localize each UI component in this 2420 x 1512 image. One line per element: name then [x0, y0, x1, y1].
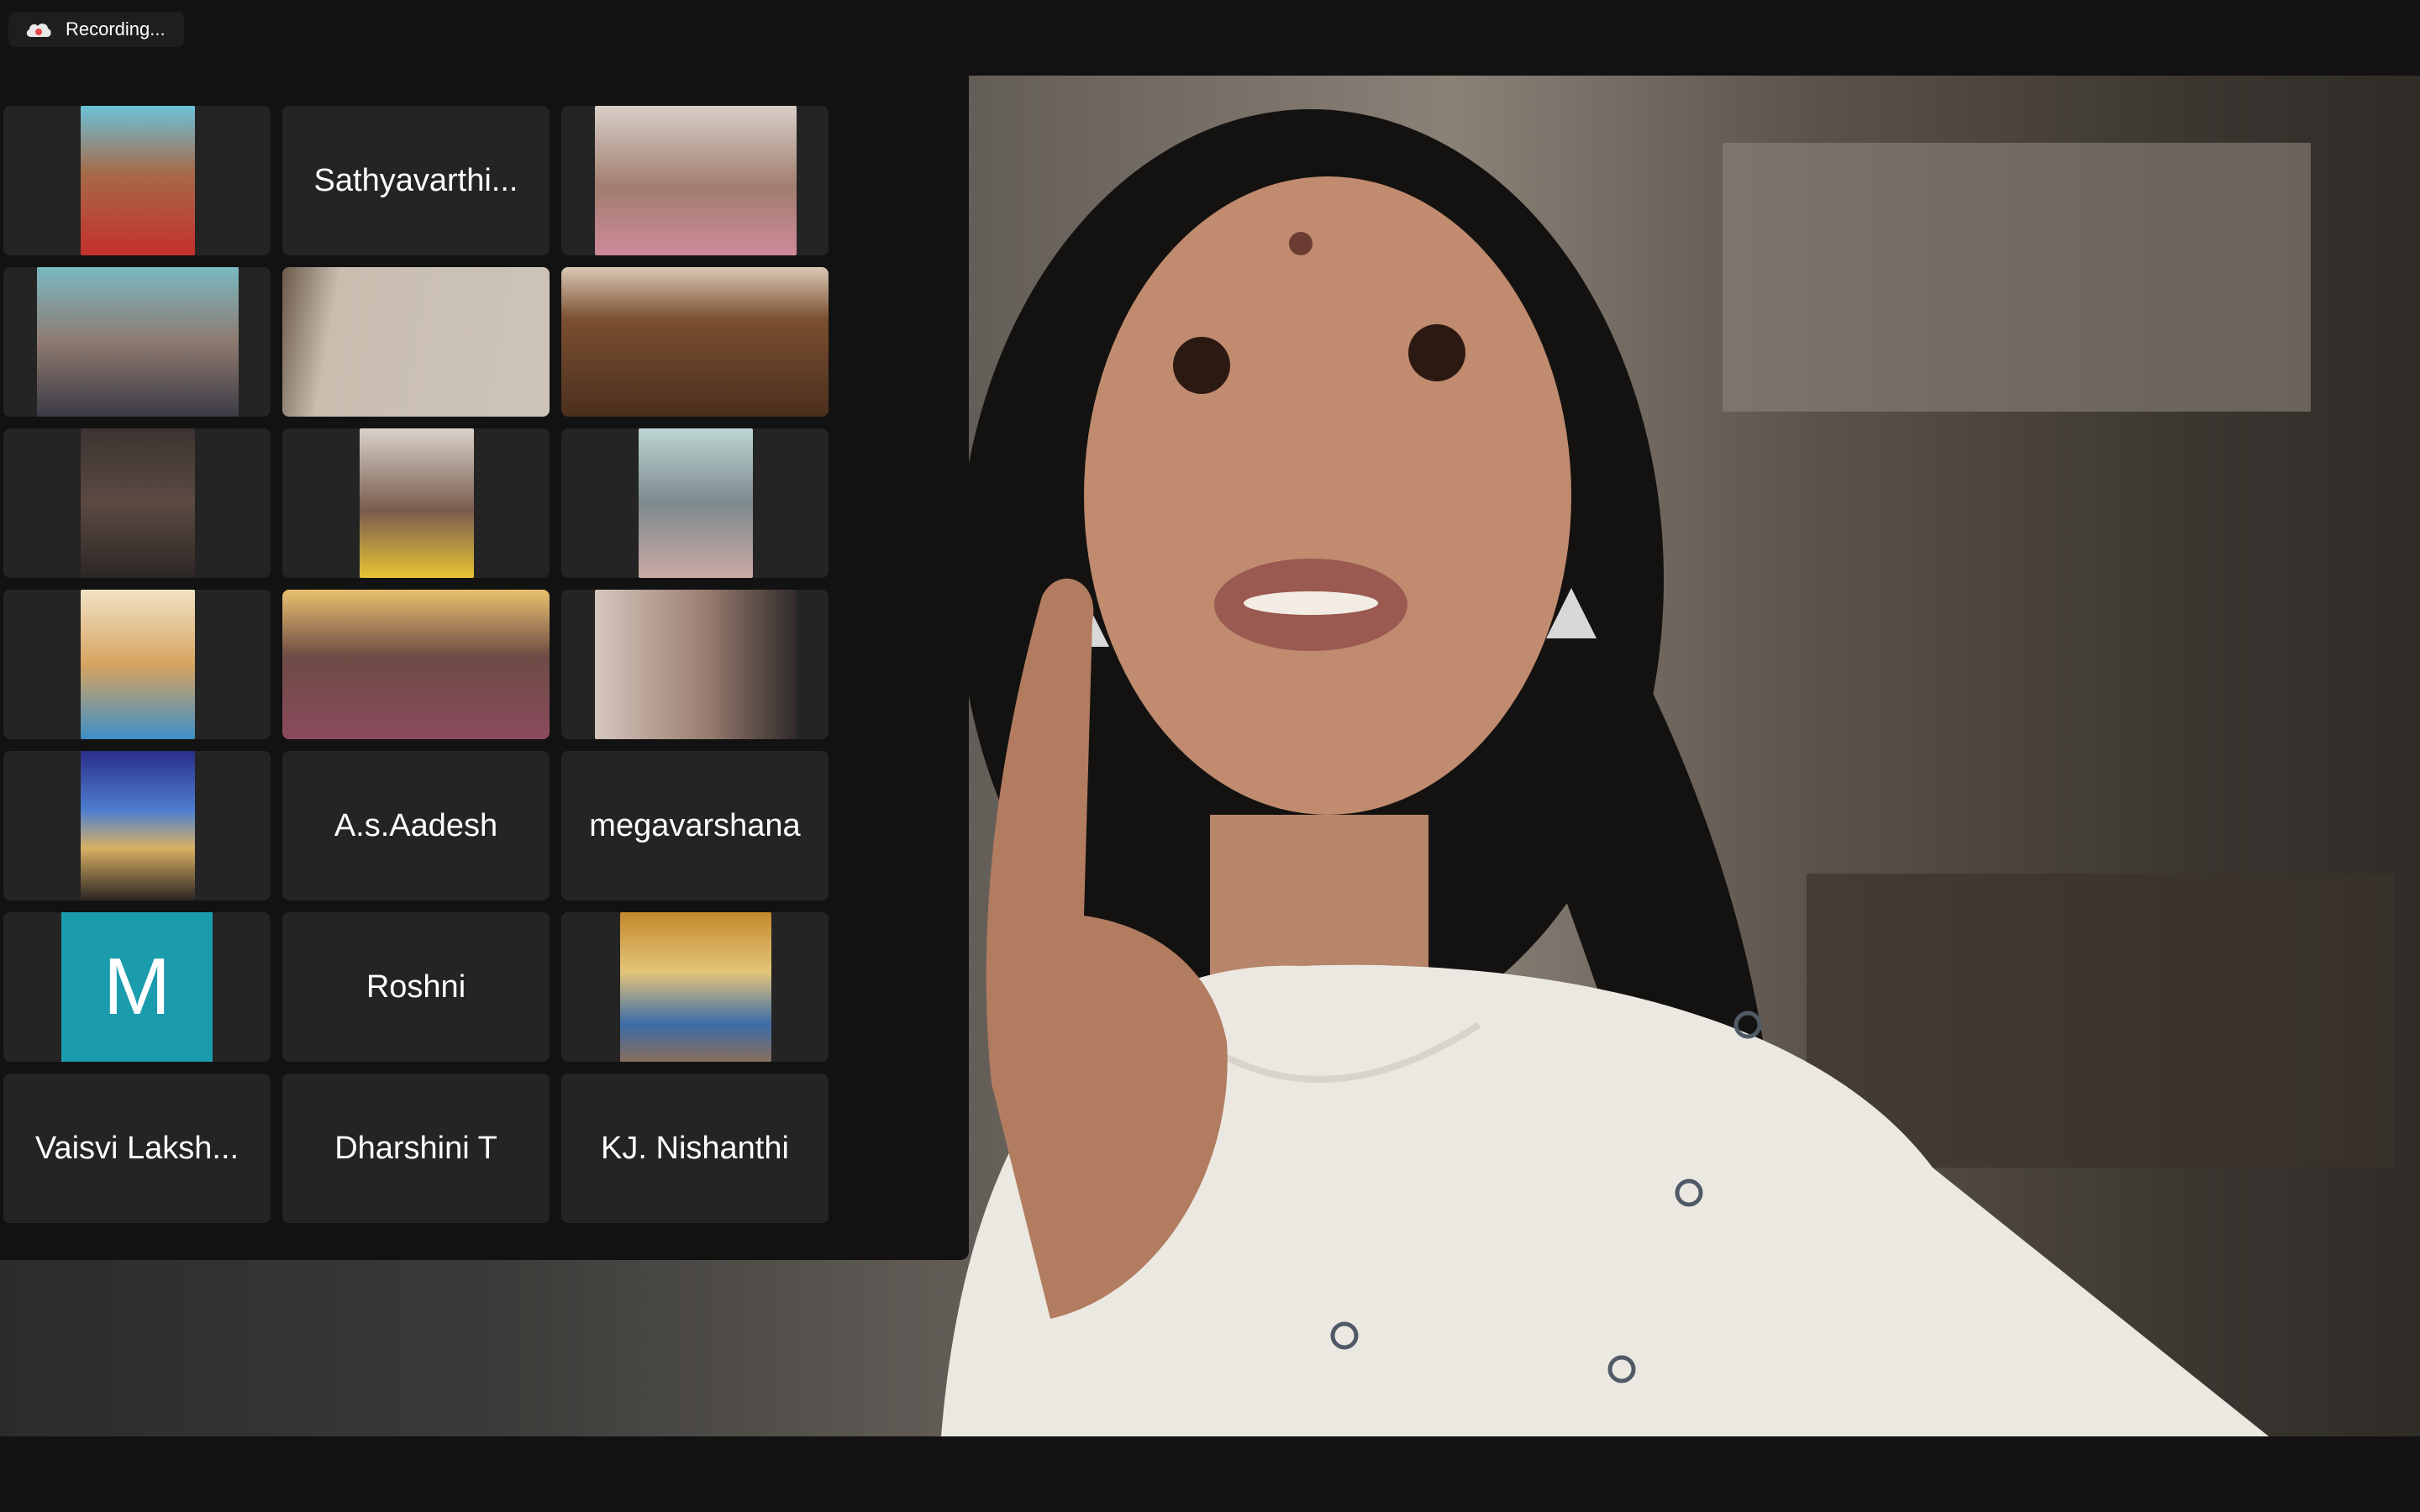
participant-tile[interactable]: [561, 106, 829, 255]
participant-tile[interactable]: KJ. Nishanthi: [561, 1074, 829, 1223]
participant-tile[interactable]: [561, 590, 829, 739]
participant-video: [81, 751, 195, 900]
participant-tile[interactable]: [282, 428, 550, 578]
participant-tile[interactable]: Vaisvi Laksh...: [3, 1074, 271, 1223]
participant-video: [595, 590, 797, 739]
participant-tile[interactable]: A.s.Aadesh: [282, 751, 550, 900]
participant-tile[interactable]: megavarshana: [561, 751, 829, 900]
participant-video: [81, 428, 195, 578]
participant-name: A.s.Aadesh: [334, 807, 498, 843]
participant-video: [37, 267, 239, 417]
participant-tile[interactable]: [3, 590, 271, 739]
participant-tile[interactable]: [282, 590, 550, 739]
participant-tile[interactable]: [561, 428, 829, 578]
participant-video: [561, 267, 829, 417]
participant-tile[interactable]: Sathyavarthi...: [282, 106, 550, 255]
participant-video: [620, 912, 771, 1062]
participant-video: [595, 106, 797, 255]
participant-tile[interactable]: [3, 428, 271, 578]
participant-name: KJ. Nishanthi: [601, 1130, 789, 1166]
participant-video: [360, 428, 474, 578]
participant-name: megavarshana: [589, 807, 801, 843]
recording-indicator[interactable]: Recording...: [8, 12, 184, 47]
participant-tile[interactable]: [561, 912, 829, 1062]
participant-name: Dharshini T: [334, 1130, 497, 1166]
participant-tile[interactable]: [3, 267, 271, 417]
participant-tile[interactable]: M: [3, 912, 271, 1062]
participant-tile[interactable]: [561, 267, 829, 417]
participant-video: [282, 590, 550, 739]
participant-name: Sathyavarthi...: [313, 162, 518, 198]
recording-label: Recording...: [66, 18, 166, 39]
participant-video: [81, 590, 195, 739]
participant-video: [639, 428, 753, 578]
participant-tile[interactable]: Dharshini T: [282, 1074, 550, 1223]
top-bar: Recording...: [0, 0, 2420, 76]
participant-name: Vaisvi Laksh...: [34, 1130, 239, 1166]
participant-tile[interactable]: [3, 751, 271, 900]
cloud-recording-icon: [26, 24, 51, 37]
avatar: M: [61, 912, 213, 1062]
participant-name: Roshni: [366, 969, 466, 1005]
participant-tile[interactable]: Roshni: [282, 912, 550, 1062]
participant-video: [282, 267, 550, 417]
gallery-panel: Sathyavarthi... A.s.Aadesh megavarshana: [0, 76, 969, 1260]
participant-video: [81, 106, 195, 255]
bottom-bar: [0, 1436, 2420, 1512]
participant-tile[interactable]: [282, 267, 550, 417]
participant-tile[interactable]: [3, 106, 271, 255]
